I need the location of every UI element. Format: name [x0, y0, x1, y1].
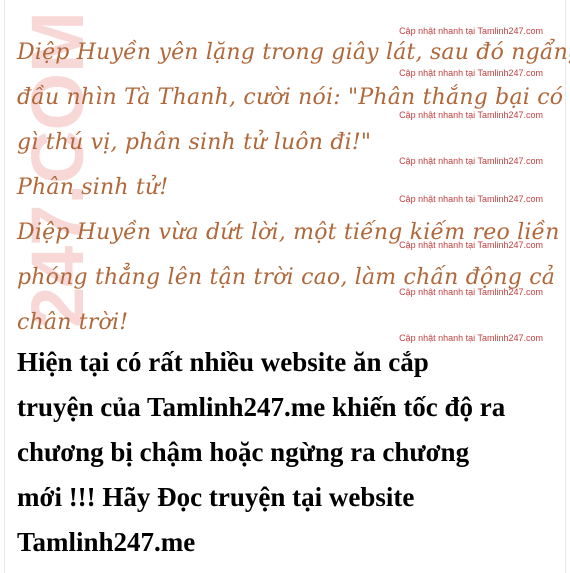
notice-line: Hiện tại có rất nhiều website ăn cắp: [17, 347, 429, 377]
notice-line: chương bị chậm hoặc ngừng ra chương: [17, 437, 470, 467]
story-line: Phân sinh tử!: [17, 175, 169, 200]
story-line: phóng thẳng lên tận trời cao, làm chấn đ…: [17, 265, 556, 290]
notice-line: Tamlinh247.me: [17, 527, 196, 557]
story-line: đầu nhìn Tà Thanh, cười nói: "Phân thắng…: [17, 85, 564, 110]
piracy-notice: Hiện tại có rất nhiều website ăn cắp tru…: [17, 340, 557, 565]
story-passage: Diệp Huyền yên lặng trong giây lát, sau …: [17, 30, 570, 345]
story-line: Diệp Huyền yên lặng trong giây lát, sau …: [17, 40, 570, 65]
notice-line: truyện của Tamlinh247.me khiến tốc độ ra: [17, 392, 506, 422]
story-line: chân trời!: [17, 310, 129, 335]
notice-line: mới !!! Hãy Đọc truyện tại website: [17, 482, 415, 512]
page-frame: 247.COM Cập nhật nhanh tại Tamlinh247.co…: [4, 0, 570, 573]
story-line: Diệp Huyền vừa dứt lời, một tiếng kiếm r…: [17, 220, 560, 245]
story-line: gì thú vị, phân sinh tử luôn đi!": [17, 130, 372, 155]
